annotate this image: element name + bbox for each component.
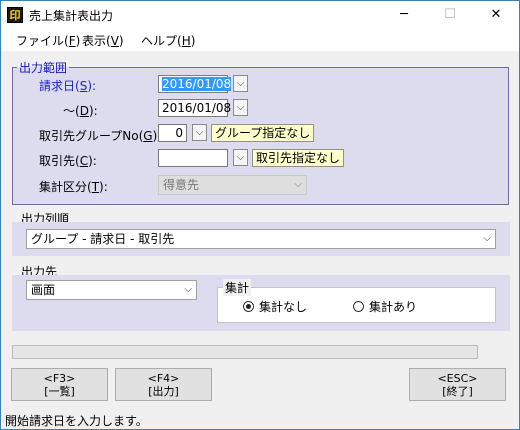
chevron-down-icon: ⌵: [195, 127, 204, 138]
menu-bar: ファイル(F) 表示(V) ヘルプ(H): [1, 29, 519, 51]
chevron-down-icon: ⌵: [236, 78, 245, 89]
customer-dropdown[interactable]: ⌵: [233, 149, 248, 166]
agg-type-select[interactable]: 得意先 ⌵: [158, 175, 307, 195]
agg-type-label: 集計区分(T):: [39, 180, 108, 194]
chevron-down-icon: ⌵: [294, 179, 302, 190]
radio-empty-icon: [353, 301, 364, 312]
exit-button[interactable]: <ESC> [終了]: [409, 368, 506, 401]
group-no-hint: グループ指定なし: [211, 124, 315, 142]
app-icon: 印: [7, 7, 23, 23]
invoice-from-dropdown[interactable]: ⌵: [233, 75, 248, 92]
invoice-to-label: ～(D):: [63, 104, 98, 118]
list-button[interactable]: <F3> [一覧]: [11, 368, 108, 401]
customer-label: 取引先(C):: [39, 154, 97, 168]
radio-selected-icon: [243, 301, 254, 312]
output-button[interactable]: <F4> [出力]: [115, 368, 212, 401]
customer-hint: 取引先指定なし: [252, 149, 345, 167]
menu-help[interactable]: ヘルプ(H): [141, 32, 195, 49]
menu-view[interactable]: 表示(V): [82, 32, 124, 49]
output-order-select[interactable]: グループ - 請求日 - 取引先 ⌵: [26, 229, 496, 249]
radio-total-with[interactable]: 集計あり: [353, 298, 417, 315]
radio-total-none[interactable]: 集計なし: [243, 298, 307, 315]
invoice-from-label: 請求日(S):: [39, 79, 97, 93]
app-window: 印 売上集計表出力 ─ ☐ ✕ ファイル(F) 表示(V) ヘルプ(H) 出力範…: [0, 0, 520, 430]
invoice-to-dropdown[interactable]: ⌵: [233, 99, 248, 116]
minimize-button[interactable]: ─: [381, 1, 427, 29]
chevron-down-icon: ⌵: [184, 284, 192, 295]
title-bar: 印 売上集計表出力 ─ ☐ ✕: [1, 1, 519, 29]
group-no-dropdown[interactable]: ⌵: [192, 124, 207, 141]
menu-file[interactable]: ファイル(F): [16, 32, 80, 49]
total-group-title: 集計: [223, 279, 252, 296]
output-range-legend: 出力範囲: [19, 61, 68, 75]
progress-bar: [12, 345, 478, 359]
maximize-button[interactable]: ☐: [427, 1, 473, 29]
invoice-to-input[interactable]: 2016/01/08: [158, 99, 231, 117]
group-no-label: 取引先グループNo(G):: [39, 129, 162, 143]
chevron-down-icon: ⌵: [236, 102, 245, 113]
chevron-down-icon: ⌵: [236, 152, 245, 163]
status-text: 開始請求日を入力します。: [5, 414, 148, 428]
close-button[interactable]: ✕: [473, 1, 519, 29]
window-title: 売上集計表出力: [29, 9, 114, 23]
chevron-down-icon: ⌵: [483, 233, 491, 244]
group-no-input[interactable]: 0: [158, 124, 187, 142]
invoice-from-input[interactable]: 2016/01/08: [158, 75, 232, 93]
customer-input[interactable]: [158, 149, 228, 167]
output-dest-select[interactable]: 画面 ⌵: [26, 280, 197, 300]
